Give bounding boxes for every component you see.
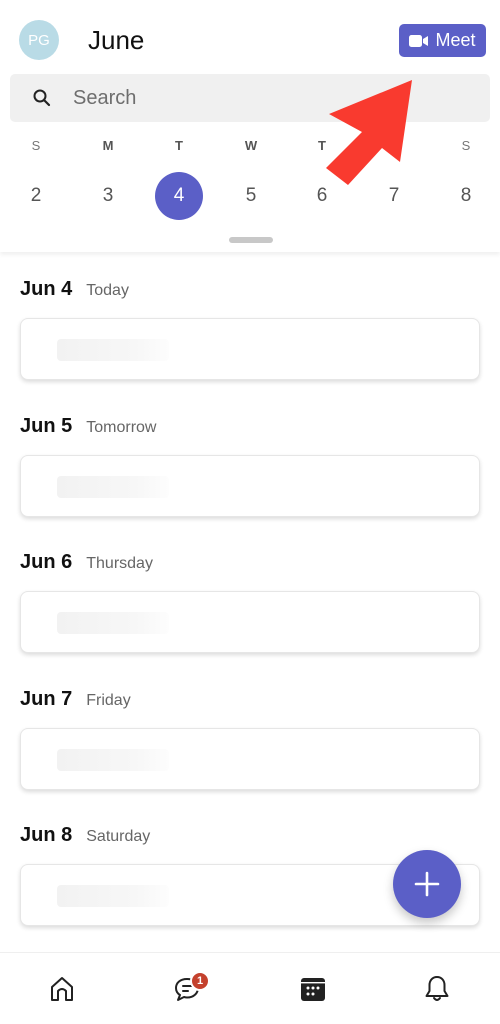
date-cell[interactable]: 7 bbox=[370, 172, 418, 220]
day-header: Jun 6 Thursday bbox=[20, 551, 153, 574]
calendar-header: PG June Meet S M T W T F S 2 3 4 5 6 7 8 bbox=[0, 0, 500, 252]
weekday-label: S bbox=[31, 138, 41, 153]
day-header: Jun 4 Today bbox=[20, 278, 129, 301]
day-date: Jun 4 bbox=[20, 278, 73, 300]
event-card[interactable] bbox=[20, 455, 480, 517]
loading-placeholder bbox=[57, 339, 169, 361]
calendar-icon bbox=[301, 978, 325, 1001]
bell-icon bbox=[425, 976, 449, 1001]
loading-placeholder bbox=[57, 476, 169, 498]
day-date: Jun 8 bbox=[20, 824, 73, 846]
day-subtitle: Saturday bbox=[86, 828, 151, 845]
weekday-label: S bbox=[461, 138, 471, 153]
day-date: Jun 6 bbox=[20, 551, 73, 573]
date-cell[interactable]: 2 bbox=[12, 172, 60, 220]
day-date: Jun 5 bbox=[20, 415, 73, 437]
avatar[interactable]: PG bbox=[19, 20, 59, 60]
loading-placeholder bbox=[57, 749, 169, 771]
search-input[interactable] bbox=[73, 74, 473, 122]
expand-drag-handle[interactable] bbox=[229, 237, 273, 243]
day-date: Jun 7 bbox=[20, 688, 73, 710]
weekday-label: T bbox=[318, 138, 326, 153]
page-title: June bbox=[88, 25, 145, 55]
video-camera-icon bbox=[409, 34, 429, 47]
day-header: Jun 5 Tomorrow bbox=[20, 415, 156, 438]
meet-label: Meet bbox=[435, 30, 476, 50]
loading-placeholder bbox=[57, 612, 169, 634]
event-card[interactable] bbox=[20, 728, 480, 790]
weekday-label: M bbox=[102, 138, 114, 153]
date-cell-selected[interactable]: 4 bbox=[155, 172, 203, 220]
weekday-label: T bbox=[175, 138, 183, 153]
bottom-navigation: 1 bbox=[0, 952, 500, 1024]
weekday-label: W bbox=[244, 138, 258, 153]
search-icon bbox=[33, 89, 51, 107]
plus-icon bbox=[414, 871, 440, 897]
week-date-strip: 2 3 4 5 6 7 8 bbox=[0, 172, 500, 222]
new-event-button[interactable] bbox=[393, 850, 461, 918]
nav-activity[interactable] bbox=[419, 971, 455, 1007]
day-subtitle: Thursday bbox=[86, 555, 153, 572]
day-subtitle: Today bbox=[86, 282, 129, 299]
unread-badge: 1 bbox=[190, 971, 210, 991]
day-subtitle: Tomorrow bbox=[86, 419, 157, 436]
date-cell[interactable]: 5 bbox=[227, 172, 275, 220]
weekday-row: S M T W T F S bbox=[0, 138, 500, 158]
day-subtitle: Friday bbox=[86, 692, 131, 709]
day-header: Jun 7 Friday bbox=[20, 688, 131, 711]
avatar-initials: PG bbox=[28, 31, 50, 49]
date-cell[interactable]: 8 bbox=[442, 172, 490, 220]
loading-placeholder bbox=[57, 885, 169, 907]
day-header: Jun 8 Saturday bbox=[20, 824, 150, 847]
nav-calendar[interactable] bbox=[295, 971, 331, 1007]
event-card[interactable] bbox=[20, 318, 480, 380]
home-icon bbox=[51, 977, 73, 1001]
nav-home[interactable] bbox=[44, 971, 80, 1007]
weekday-label: F bbox=[390, 138, 398, 153]
date-cell[interactable]: 6 bbox=[298, 172, 346, 220]
date-cell[interactable]: 3 bbox=[84, 172, 132, 220]
search-bar[interactable] bbox=[10, 74, 490, 122]
meet-button[interactable]: Meet bbox=[399, 24, 486, 57]
event-card[interactable] bbox=[20, 591, 480, 653]
